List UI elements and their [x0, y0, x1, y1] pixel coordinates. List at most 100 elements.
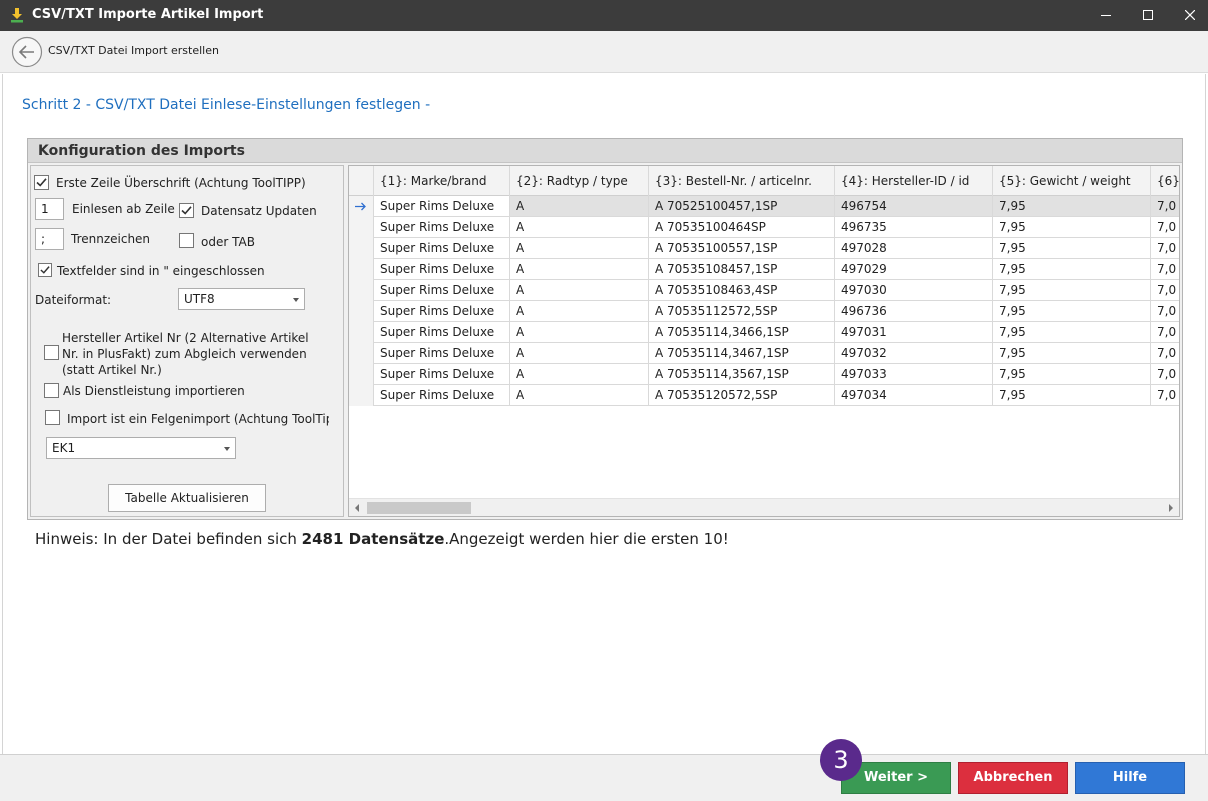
table-cell[interactable]: A	[510, 343, 649, 364]
rim-import-checkbox[interactable]	[45, 410, 60, 425]
manufacturer-nr-checkbox[interactable]	[44, 345, 59, 360]
preview-grid[interactable]: {1}: Marke/brand {2}: Radtyp / type {3}:…	[348, 165, 1180, 517]
maximize-button[interactable]	[1130, 0, 1166, 31]
column-header[interactable]: {2}: Radtyp / type	[510, 166, 649, 196]
quoted-text-checkbox[interactable]	[38, 263, 52, 277]
minimize-button[interactable]	[1088, 0, 1124, 31]
table-cell[interactable]: 7,0	[1151, 259, 1179, 280]
table-cell[interactable]: A 70535120572,5SP	[649, 385, 835, 406]
refresh-table-button[interactable]: Tabelle Aktualisieren	[108, 484, 266, 512]
table-cell[interactable]: A	[510, 280, 649, 301]
table-cell[interactable]: 496736	[835, 301, 993, 322]
table-cell[interactable]: A 70535108463,4SP	[649, 280, 835, 301]
table-cell[interactable]: A 70535108457,1SP	[649, 259, 835, 280]
table-cell[interactable]: Super Rims Deluxe	[374, 280, 510, 301]
table-row[interactable]: Super Rims Deluxe A A 70535112572,5SP 49673…	[349, 301, 1179, 322]
table-cell[interactable]: 7,95	[993, 280, 1151, 301]
table-cell[interactable]: A	[510, 217, 649, 238]
back-arrow-icon[interactable]	[11, 36, 43, 68]
table-row[interactable]: Super Rims Deluxe A A 70535108457,1SP 49702…	[349, 259, 1179, 280]
table-cell[interactable]: A 70535114,3466,1SP	[649, 322, 835, 343]
table-cell[interactable]: A	[510, 322, 649, 343]
table-cell[interactable]: 7,0	[1151, 385, 1179, 406]
column-header[interactable]: {1}: Marke/brand	[374, 166, 510, 196]
column-header[interactable]: {6}	[1151, 166, 1179, 196]
table-cell[interactable]: 7,95	[993, 301, 1151, 322]
table-cell[interactable]: A 70525100457,1SP	[649, 196, 835, 217]
column-header[interactable]: {5}: Gewicht / weight	[993, 166, 1151, 196]
scrollbar-thumb[interactable]	[367, 502, 471, 514]
table-cell[interactable]: A	[510, 238, 649, 259]
row-indicator[interactable]	[349, 322, 374, 343]
column-header[interactable]: {3}: Bestell-Nr. / articelnr.	[649, 166, 835, 196]
first-row-header-checkbox[interactable]	[34, 175, 49, 190]
table-cell[interactable]: 7,0	[1151, 364, 1179, 385]
row-indicator[interactable]	[349, 238, 374, 259]
table-cell[interactable]: Super Rims Deluxe	[374, 217, 510, 238]
table-cell[interactable]: 497030	[835, 280, 993, 301]
table-row[interactable]: Super Rims Deluxe A A 70535100557,1SP 49702…	[349, 238, 1179, 259]
row-indicator[interactable]	[349, 259, 374, 280]
table-cell[interactable]: A 70535112572,5SP	[649, 301, 835, 322]
table-cell[interactable]: 497032	[835, 343, 993, 364]
table-cell[interactable]: 7,95	[993, 217, 1151, 238]
row-indicator[interactable]	[349, 301, 374, 322]
table-cell[interactable]: A	[510, 364, 649, 385]
table-cell[interactable]: A	[510, 385, 649, 406]
scroll-right-icon[interactable]	[1169, 504, 1173, 512]
table-cell[interactable]: 496735	[835, 217, 993, 238]
horizontal-scrollbar[interactable]	[349, 498, 1179, 516]
table-cell[interactable]: Super Rims Deluxe	[374, 343, 510, 364]
close-button[interactable]	[1172, 0, 1208, 31]
table-cell[interactable]: 7,95	[993, 238, 1151, 259]
or-tab-checkbox[interactable]	[179, 233, 194, 248]
row-indicator[interactable]	[349, 217, 374, 238]
table-cell[interactable]: Super Rims Deluxe	[374, 385, 510, 406]
table-cell[interactable]: 497031	[835, 322, 993, 343]
table-cell[interactable]: 7,95	[993, 259, 1151, 280]
table-cell[interactable]: Super Rims Deluxe	[374, 259, 510, 280]
row-indicator[interactable]	[349, 196, 374, 217]
table-cell[interactable]: 497028	[835, 238, 993, 259]
table-row[interactable]: Super Rims Deluxe A A 70535100464SP 496735 7…	[349, 217, 1179, 238]
table-cell[interactable]: Super Rims Deluxe	[374, 301, 510, 322]
row-indicator[interactable]	[349, 364, 374, 385]
table-cell[interactable]: 7,0	[1151, 343, 1179, 364]
table-cell[interactable]: 7,0	[1151, 217, 1179, 238]
table-row[interactable]: Super Rims Deluxe A A 70535108463,4SP 49703…	[349, 280, 1179, 301]
table-cell[interactable]: 497034	[835, 385, 993, 406]
table-cell[interactable]: A 70535100464SP	[649, 217, 835, 238]
table-cell[interactable]: 7,0	[1151, 322, 1179, 343]
table-cell[interactable]: Super Rims Deluxe	[374, 196, 510, 217]
table-cell[interactable]: 496754	[835, 196, 993, 217]
as-service-checkbox[interactable]	[44, 383, 59, 398]
table-cell[interactable]: A	[510, 196, 649, 217]
table-cell[interactable]: A	[510, 301, 649, 322]
table-cell[interactable]: 497033	[835, 364, 993, 385]
table-cell[interactable]: Super Rims Deluxe	[374, 322, 510, 343]
column-header[interactable]: {4}: Hersteller-ID / id	[835, 166, 993, 196]
read-from-row-input[interactable]: 1	[35, 198, 64, 220]
price-group-dropdown[interactable]: EK1	[46, 437, 236, 459]
scroll-left-icon[interactable]	[355, 504, 359, 512]
update-records-checkbox[interactable]	[179, 203, 194, 218]
table-cell[interactable]: 7,95	[993, 343, 1151, 364]
table-cell[interactable]: A 70535114,3467,1SP	[649, 343, 835, 364]
table-cell[interactable]: 7,95	[993, 322, 1151, 343]
table-cell[interactable]: 7,95	[993, 196, 1151, 217]
separator-input[interactable]: ;	[35, 228, 64, 250]
table-cell[interactable]: A	[510, 259, 649, 280]
table-cell[interactable]: 7,0	[1151, 238, 1179, 259]
table-row[interactable]: Super Rims Deluxe A A 70535120572,5SP 49703…	[349, 385, 1179, 406]
table-row[interactable]: Super Rims Deluxe A A 70535114,3567,1SP 497…	[349, 364, 1179, 385]
row-indicator[interactable]	[349, 343, 374, 364]
table-cell[interactable]: 7,0	[1151, 301, 1179, 322]
table-cell[interactable]: 7,95	[993, 385, 1151, 406]
file-format-dropdown[interactable]: UTF8	[178, 288, 305, 310]
table-cell[interactable]: Super Rims Deluxe	[374, 364, 510, 385]
table-cell[interactable]: A 70535100557,1SP	[649, 238, 835, 259]
table-cell[interactable]: 497029	[835, 259, 993, 280]
table-row[interactable]: Super Rims Deluxe A A 70535114,3466,1SP 497…	[349, 322, 1179, 343]
table-cell[interactable]: 7,0	[1151, 196, 1179, 217]
table-row[interactable]: Super Rims Deluxe A A 70525100457,1SP 49675…	[349, 196, 1179, 217]
